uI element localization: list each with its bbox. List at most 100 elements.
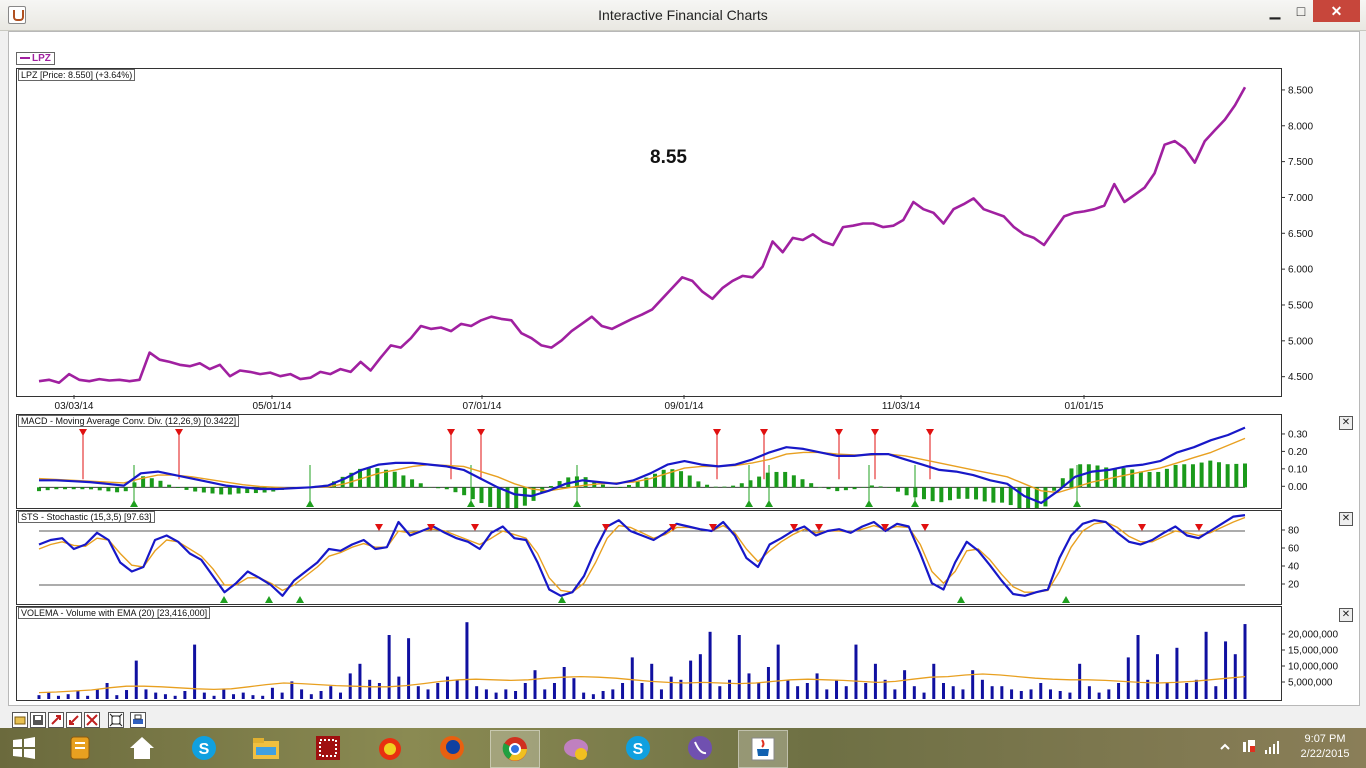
macd-histogram-bar (921, 487, 926, 500)
close-stochastic-button[interactable]: ✕ (1339, 512, 1353, 526)
volume-bar (757, 683, 761, 699)
volume-bar (1233, 654, 1237, 699)
print-icon[interactable] (130, 712, 146, 728)
volume-bar (1175, 647, 1179, 699)
open-folder-icon[interactable] (12, 712, 28, 728)
volume-bar (95, 689, 99, 699)
stochastic-k-line (38, 514, 1246, 597)
volume-bar (698, 654, 702, 699)
x-tick-label: 07/01/14 (463, 401, 502, 412)
macd-histogram-bar (427, 487, 432, 488)
y-tick-label: 5.500 (1288, 300, 1313, 311)
macd-histogram-bar (106, 487, 111, 492)
macd-histogram-bar (410, 479, 415, 488)
messenger-icon[interactable] (552, 730, 600, 766)
firefox-icon[interactable] (428, 730, 476, 766)
stochastic-d-line (38, 516, 1246, 593)
stochastic-panel[interactable] (16, 510, 1282, 605)
close-volume-button[interactable]: ✕ (1339, 608, 1353, 622)
volume-bar (825, 689, 829, 699)
macd-histogram-bar (45, 487, 50, 491)
macd-histogram-bar (479, 487, 484, 504)
volume-bar (300, 689, 304, 699)
sell-signal-marker (79, 429, 87, 436)
macd-histogram-bar (54, 487, 59, 490)
volume-bar (232, 694, 236, 699)
macd-histogram-bar (835, 487, 840, 492)
volume-bar (1058, 691, 1062, 699)
volume-bar (873, 663, 877, 699)
grid-app-icon[interactable] (304, 730, 352, 766)
home-icon[interactable] (118, 730, 166, 766)
java-taskbar-icon[interactable] (738, 730, 788, 768)
y-tick-label: 20,000,000 (1288, 630, 1338, 641)
volume-bar (1204, 631, 1208, 699)
volume-bar (76, 691, 80, 699)
skype-icon[interactable]: S (180, 730, 228, 766)
taskbar-clock[interactable]: 9:07 PM 2/22/2015 (1290, 732, 1360, 762)
volume-bar (154, 692, 158, 699)
notes-app-icon[interactable] (56, 730, 104, 766)
macd-histogram-bar (895, 487, 900, 492)
buy-signal-marker (865, 500, 873, 507)
macd-histogram-bar (1034, 487, 1039, 515)
macd-histogram-bar (982, 487, 987, 502)
sell-signal-marker (1195, 524, 1203, 531)
volume-bar (864, 683, 868, 699)
fit-view-icon[interactable] (108, 712, 124, 728)
volume-bar (475, 686, 479, 699)
network-signal-icon[interactable] (1263, 738, 1281, 756)
macd-histogram-bar (210, 487, 215, 494)
series-legend[interactable]: LPZ (16, 52, 55, 65)
volume-panel[interactable] (16, 606, 1282, 701)
file-explorer-icon[interactable] (242, 730, 290, 766)
macd-histogram-bar (1130, 469, 1135, 488)
start-windows-icon[interactable] (0, 730, 48, 766)
volume-bar (222, 689, 226, 699)
close-button[interactable]: ✕ (1313, 0, 1360, 22)
volume-bar (193, 644, 197, 699)
volume-bar (844, 686, 848, 699)
macd-histogram-bar (80, 487, 85, 490)
macd-histogram-bar (219, 487, 224, 495)
price-panel[interactable] (16, 68, 1282, 397)
sell-signal-marker (175, 429, 183, 436)
macd-histogram-bar (401, 475, 406, 488)
volume-bar (37, 695, 41, 699)
volume-bar (1243, 624, 1247, 699)
macd-histogram-bar (1234, 463, 1239, 488)
volume-bar (601, 691, 605, 699)
macd-histogram-bar (375, 468, 380, 488)
macd-histogram-bar (679, 471, 684, 488)
volume-bar (368, 679, 372, 699)
show-hidden-icons-icon[interactable] (1218, 740, 1232, 754)
chrome-icon[interactable] (490, 730, 540, 768)
macd-histogram-bar (618, 487, 623, 488)
action-center-flag-icon[interactable] (1240, 738, 1258, 756)
volume-bar (183, 691, 187, 699)
zoom-out-icon[interactable] (66, 712, 82, 728)
macd-histogram-bar (843, 487, 848, 491)
volume-bar (436, 683, 440, 699)
close-macd-button[interactable]: ✕ (1339, 416, 1353, 430)
macd-histogram-bar (1138, 471, 1143, 488)
svg-text:S: S (199, 741, 210, 758)
macd-panel[interactable] (16, 414, 1282, 515)
macd-histogram-bar (930, 487, 935, 502)
viber-icon[interactable] (676, 730, 724, 766)
macd-histogram-bar (878, 486, 883, 488)
buy-signal-marker (467, 500, 475, 507)
save-disk-icon[interactable] (30, 712, 46, 728)
expand-icon[interactable] (84, 712, 100, 728)
buy-signal-marker (957, 596, 965, 603)
sell-signal-marker (871, 429, 879, 436)
macd-histogram-bar (948, 487, 953, 501)
y-tick-label: 0.20 (1288, 447, 1308, 458)
volume-bar (261, 695, 265, 699)
macd-histogram-bar (635, 481, 640, 488)
macd-histogram-bar (175, 487, 180, 488)
skype-icon-2[interactable]: S (614, 730, 662, 766)
volume-bar (562, 667, 566, 699)
zoom-in-icon[interactable] (48, 712, 64, 728)
hand-app-icon[interactable] (366, 730, 414, 766)
